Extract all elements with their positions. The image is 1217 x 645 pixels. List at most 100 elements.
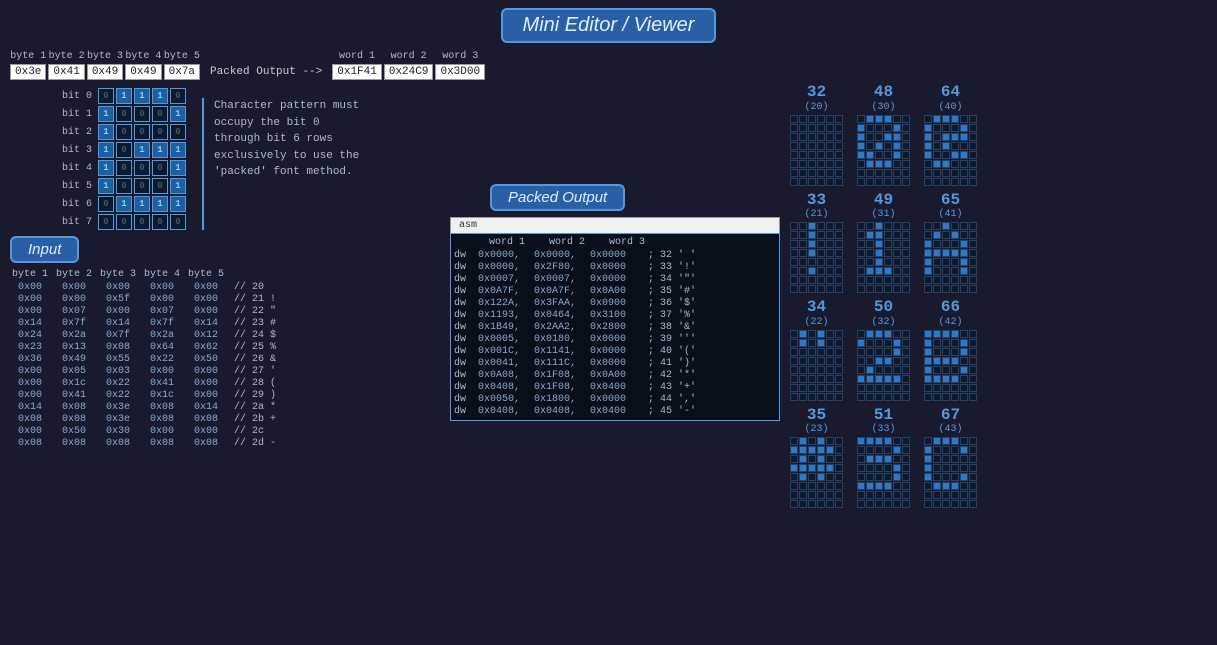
pixel-r2-c0-pr1-pc3	[817, 339, 825, 347]
pixel-r1-c1-pr0-pc5	[902, 222, 910, 230]
char-block-r2-c2: 66(42)	[924, 299, 977, 401]
input-cell-r1-c1: 0x00	[54, 294, 94, 305]
pixel-r3-c0-pr0-pc4	[826, 437, 834, 445]
pixel-r0-c1-pr3-pc3	[884, 142, 892, 150]
input-cell-r1-c2: 0x5f	[98, 294, 138, 305]
pixel-r1-c2-pr5-pc1	[933, 267, 941, 275]
pixel-r3-c0-pr2-pc2	[808, 455, 816, 463]
bit-row-label-6: bit 6	[60, 199, 92, 210]
pixel-r1-c0-pr5-pc3	[817, 267, 825, 275]
pixel-r1-c0-pr0-pc0	[790, 222, 798, 230]
pixel-r0-c2-pr7-pc2	[942, 178, 950, 186]
pixel-r1-c1-pr5-pc5	[902, 267, 910, 275]
char-sub-r2-c0: (22)	[804, 317, 828, 328]
byte-value-4[interactable]: 0x49	[125, 64, 161, 80]
pixel-r0-c0-pr0-pc3	[817, 115, 825, 123]
pixel-r3-c0-pr4-pc2	[808, 473, 816, 481]
pixel-r1-c1-pr2-pc3	[884, 240, 892, 248]
input-cell-r12-c3: 0x00	[142, 426, 182, 437]
byte-value-3[interactable]: 0x49	[87, 64, 123, 80]
input-cell-r2-c3: 0x07	[142, 306, 182, 317]
pixel-r0-c2-pr7-pc3	[951, 178, 959, 186]
input-cell-r1-c0: 0x00	[10, 294, 50, 305]
char-block-r3-c1: 51(33)	[857, 407, 910, 509]
pixel-r1-c0-pr2-pc4	[826, 240, 834, 248]
pixel-r3-c1-pr6-pc1	[866, 491, 874, 499]
input-cell-r13-c3: 0x08	[142, 438, 182, 449]
byte-label-1: byte 1	[10, 51, 46, 62]
byte-value-2[interactable]: 0x41	[48, 64, 84, 80]
input-row-4: 0x240x2a0x7f0x2a0x12// 24 $	[10, 330, 440, 341]
pixel-r2-c2-pr6-pc0	[924, 384, 932, 392]
pixel-r1-c0-pr5-pc1	[799, 267, 807, 275]
pixel-r3-c1-pr1-pc0	[857, 446, 865, 454]
pixel-r3-c1-pr2-pc2	[875, 455, 883, 463]
pixel-r2-c1-pr1-pc3	[884, 339, 892, 347]
input-cell-r9-c1: 0x41	[54, 390, 94, 401]
packed-val-r10-c1: 0x1F08,	[534, 370, 588, 381]
pixel-r3-c1-pr4-pc1	[866, 473, 874, 481]
pixel-r2-c1-pr7-pc2	[875, 393, 883, 401]
pixel-r0-c0-pr4-pc2	[808, 151, 816, 159]
pixel-r2-c0-pr3-pc5	[835, 357, 843, 365]
pixel-r3-c2-pr5-pc4	[960, 482, 968, 490]
pixel-r1-c2-pr0-pc4	[960, 222, 968, 230]
input-cell-r2-c4: 0x00	[186, 306, 226, 317]
pixel-r0-c0-pr5-pc0	[790, 160, 798, 168]
pixel-r1-c0-pr5-pc0	[790, 267, 798, 275]
pixel-r3-c2-pr1-pc5	[969, 446, 977, 454]
pixel-r2-c1-pr6-pc2	[875, 384, 883, 392]
pixel-r2-c2-pr2-pc4	[960, 348, 968, 356]
bit-row-label-3: bit 3	[60, 145, 92, 156]
pixel-r3-c2-pr4-pc5	[969, 473, 977, 481]
pixel-r2-c0-pr7-pc2	[808, 393, 816, 401]
pixel-r3-c2-pr6-pc1	[933, 491, 941, 499]
packed-prefix-7: dw	[454, 334, 476, 345]
pixel-r3-c2-pr4-pc1	[933, 473, 941, 481]
input-cell-r5-c1: 0x13	[54, 342, 94, 353]
input-cell-r3-c2: 0x14	[98, 318, 138, 329]
pixel-r3-c1-pr1-pc3	[884, 446, 892, 454]
pixel-r0-c0-pr4-pc4	[826, 151, 834, 159]
pixel-r0-c2-pr3-pc5	[969, 142, 977, 150]
pixel-r0-c1-pr7-pc4	[893, 178, 901, 186]
input-cell-r6-c3: 0x22	[142, 354, 182, 365]
packed-output-column: Packed Output asm word 1word 2word 3 dw0…	[450, 184, 780, 645]
char-num-r0-c2: 64	[941, 84, 960, 102]
pixel-r2-c0-pr4-pc1	[799, 366, 807, 374]
packed-row-4: dw0x122A,0x3FAA,0x0900; 36 '$'	[454, 298, 776, 309]
pixel-r3-c0-pr4-pc5	[835, 473, 843, 481]
pixel-r3-c1-pr2-pc4	[893, 455, 901, 463]
pixel-r0-c2-pr6-pc4	[960, 169, 968, 177]
bit-cell-r2-c3: 0	[152, 124, 168, 140]
byte-value-1[interactable]: 0x3e	[10, 64, 46, 80]
pixel-r2-c1-pr2-pc5	[902, 348, 910, 356]
asm-tab[interactable]: asm	[450, 217, 780, 233]
pixel-r3-c1-pr7-pc1	[866, 500, 874, 508]
packed-title: Packed Output	[490, 184, 625, 211]
pixel-r2-c0-pr5-pc5	[835, 375, 843, 383]
pixel-r3-c1-pr6-pc0	[857, 491, 865, 499]
pixel-r0-c0-pr4-pc5	[835, 151, 843, 159]
word-value-top-2: 0x24C9	[384, 64, 434, 80]
char-pixel-grid-r3-c2	[924, 437, 977, 508]
pixel-r2-c2-pr0-pc1	[933, 330, 941, 338]
pixel-r0-c2-pr0-pc2	[942, 115, 950, 123]
input-cell-r13-c1: 0x08	[54, 438, 94, 449]
bit-cell-r6-c1: 1	[116, 196, 132, 212]
char-sub-r0-c2: (40)	[938, 102, 962, 113]
pixel-r0-c0-pr6-pc3	[817, 169, 825, 177]
pixel-r0-c2-pr2-pc2	[942, 133, 950, 141]
byte-value-5[interactable]: 0x7a	[164, 64, 200, 80]
pixel-r1-c2-pr2-pc5	[969, 240, 977, 248]
pixel-r3-c1-pr6-pc4	[893, 491, 901, 499]
char-num-r1-c1: 49	[874, 192, 893, 210]
pixel-r0-c1-pr3-pc2	[875, 142, 883, 150]
pixel-r1-c0-pr1-pc5	[835, 231, 843, 239]
input-comment-r10: // 2a *	[234, 402, 276, 413]
pixel-r1-c0-pr2-pc5	[835, 240, 843, 248]
packed-val-r1-c1: 0x2F80,	[534, 262, 588, 273]
packed-prefix-2: dw	[454, 274, 476, 285]
pixel-r2-c0-pr6-pc1	[799, 384, 807, 392]
pixel-r1-c2-pr7-pc3	[951, 285, 959, 293]
